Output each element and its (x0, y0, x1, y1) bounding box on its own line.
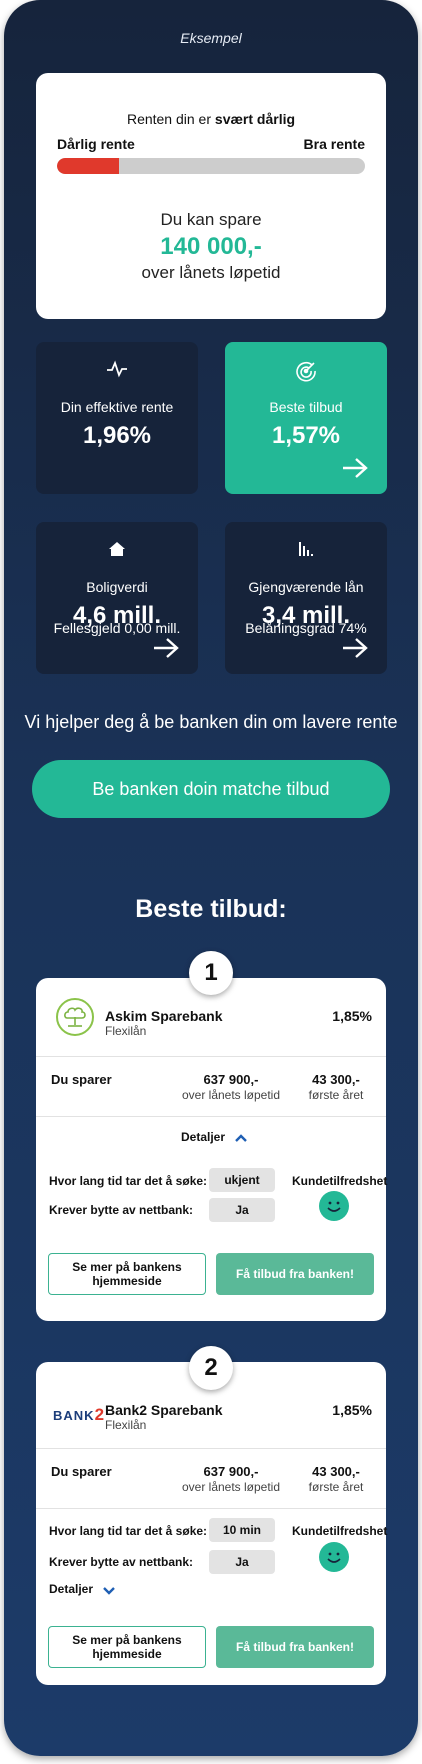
total-savings: 637 900,- (203, 1464, 259, 1479)
offer-card: BANK2 Bank2 Sparebank Flexilån 1,85% Du … (36, 1362, 388, 1685)
bank-website-button[interactable]: Se mer på bankens hjemmeside (48, 1626, 206, 1668)
arrow-right-icon[interactable] (341, 457, 369, 484)
details-label: Detaljer (49, 1582, 94, 1596)
rating-bar-fill (57, 158, 119, 174)
example-label: Eksempel (180, 30, 242, 46)
house-icon (36, 540, 198, 558)
smiley-icon (319, 1542, 349, 1572)
remaining-loan-tile[interactable]: Gjengværende lån 3,4 mill. Belåningsgrad… (225, 522, 387, 674)
save-amount: 140 000,- (160, 233, 262, 260)
divider (36, 1116, 386, 1117)
rank-badge: 1 (189, 951, 233, 995)
save-label: Du kan spare (160, 210, 262, 229)
joint-debt-text: Fellesgjeld 0,00 mill. (53, 620, 181, 636)
total-savings-sub: over lånets løpetid (181, 1088, 281, 1102)
best-offer-value: 1,57% (271, 422, 341, 449)
first-year-sub: første året (308, 1088, 364, 1102)
offer-card: Askim Sparebank Flexilån 1,85% Du sparer… (36, 978, 388, 1321)
offer-rate: 1,85% (332, 1008, 372, 1024)
you-save-label: Du sparer (51, 1464, 112, 1479)
details-toggle[interactable]: Detaljer (181, 1130, 248, 1144)
get-offer-button[interactable]: Få tilbud fra banken! (216, 1253, 374, 1295)
pulse-icon (36, 360, 198, 378)
total-savings-sub: over lånets løpetid (181, 1480, 281, 1494)
rating-value: svært dårlig (214, 111, 296, 127)
good-rate-label: Bra rente (303, 136, 365, 152)
match-offer-button[interactable]: Be banken doin matche tilbud (32, 760, 390, 818)
arrow-right-icon[interactable] (341, 637, 369, 664)
question-time: Hvor lang tid tar det å søke: (49, 1174, 208, 1188)
question-switch: Krever bytte av nettbank: (49, 1203, 194, 1217)
target-icon (225, 360, 387, 382)
switch-value: Ja (209, 1550, 275, 1574)
effective-rate-tile: Din effektive rente 1,96% (36, 342, 198, 494)
bad-rate-label: Dårlig rente (57, 136, 135, 152)
bank-name: Bank2 Sparebank (105, 1402, 223, 1418)
effective-rate-label: Din effektive rente (60, 399, 174, 415)
get-offer-button[interactable]: Få tilbud fra banken! (216, 1626, 374, 1668)
best-offer-tile[interactable]: Beste tilbud 1,57% (225, 342, 387, 494)
bank2-logo-num: 2 (94, 1405, 106, 1424)
first-year-savings: 43 300,- (312, 1464, 360, 1479)
bank-website-button[interactable]: Se mer på bankens hjemmeside (48, 1253, 206, 1295)
bank2-logo-text: BANK (53, 1408, 95, 1423)
best-offer-label: Beste tilbud (269, 399, 343, 415)
chevron-down-icon (103, 1586, 116, 1595)
rating-bar (57, 158, 365, 174)
time-value: ukjent (209, 1168, 275, 1192)
home-value-tile[interactable]: Boligverdi 4,6 mill. Fellesgjeld 0,00 mi… (36, 522, 198, 674)
first-year-savings: 43 300,- (312, 1072, 360, 1087)
divider (36, 1448, 386, 1449)
rating-prefix: Renten din er (126, 111, 212, 127)
first-year-sub: første året (308, 1480, 364, 1494)
total-savings: 637 900,- (203, 1072, 259, 1087)
details-toggle[interactable]: Detaljer (49, 1582, 116, 1596)
home-value-label: Boligverdi (86, 579, 148, 595)
remaining-loan-label: Gjengværende lån (248, 579, 364, 595)
save-period: over lånets løpetid (141, 263, 281, 282)
best-offers-title: Beste tilbud: (135, 895, 287, 923)
rate-card: Renten din er svært dårlig Dårlig rente … (36, 73, 386, 319)
time-value: 10 min (209, 1518, 275, 1542)
bar-chart-icon (225, 540, 387, 558)
question-switch: Krever bytte av nettbank: (49, 1555, 194, 1569)
offer-rate: 1,85% (332, 1402, 372, 1418)
chevron-up-icon (235, 1134, 248, 1142)
question-time: Hvor lang tid tar det å søke: (49, 1524, 208, 1538)
askim-logo (56, 998, 94, 1036)
divider (36, 1508, 386, 1509)
phone-frame: Eksempel Renten din er svært dårlig Dårl… (4, 0, 418, 1756)
arrow-right-icon[interactable] (152, 637, 180, 664)
smiley-icon (319, 1191, 349, 1221)
you-save-label: Du sparer (51, 1072, 112, 1087)
satisfaction-label: Kundetilfredshet (292, 1174, 388, 1188)
bank-name: Askim Sparebank (105, 1008, 223, 1024)
divider (36, 1056, 386, 1057)
rating-text: Renten din er svært dårlig (36, 111, 386, 127)
product-name: Flexilån (105, 1024, 147, 1038)
details-label: Detaljer (181, 1130, 226, 1144)
help-text: Vi hjelper deg å be banken din om lavere… (24, 712, 398, 732)
satisfaction-label: Kundetilfredshet (292, 1524, 388, 1538)
rank-badge: 2 (189, 1346, 233, 1390)
effective-rate-value: 1,96% (82, 422, 152, 449)
switch-value: Ja (209, 1198, 275, 1222)
bank2-logo: BANK2 (53, 1405, 105, 1425)
product-name: Flexilån (105, 1418, 147, 1432)
loan-to-value-text: Belåningsgrad 74% (245, 620, 367, 636)
